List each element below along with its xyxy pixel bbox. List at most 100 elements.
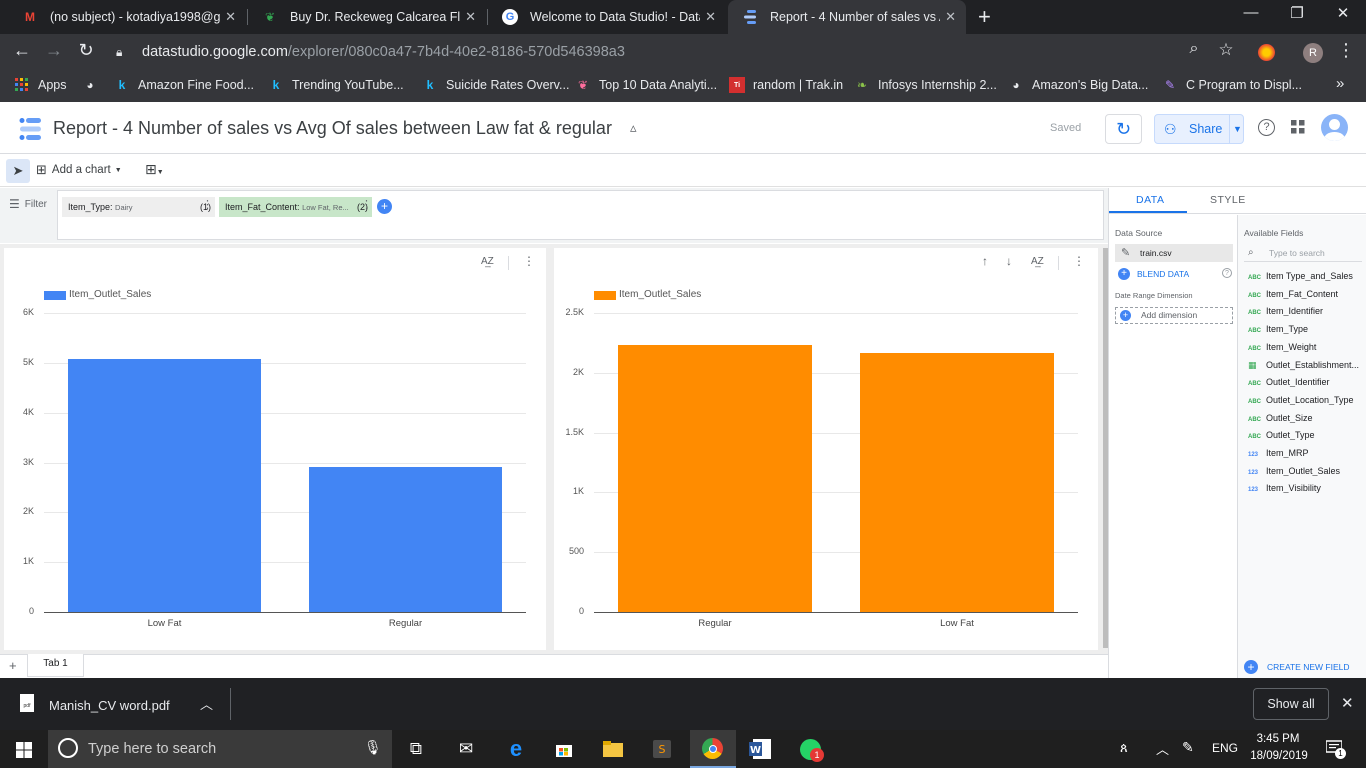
add-page-icon[interactable]: + bbox=[9, 658, 17, 673]
whatsapp-icon[interactable]: 1 bbox=[797, 736, 824, 762]
taskbar-search-box[interactable]: Type here to search 🎙︎ bbox=[48, 730, 392, 768]
browser-tab[interactable]: G Welcome to Data Studio! - Data S ✕ bbox=[488, 0, 726, 34]
browser-tab[interactable]: M (no subject) - kotadiya1998@gm ✕ bbox=[8, 0, 246, 34]
bookmark-item[interactable]: Ti random | Trak.in bbox=[729, 77, 843, 93]
notification-icon[interactable]: 1 bbox=[1325, 740, 1346, 761]
bookmark-item[interactable]: ◕ Amazon's Big Data... bbox=[1008, 77, 1148, 93]
profile-avatar[interactable]: R bbox=[1303, 43, 1323, 63]
available-field[interactable]: ABC Item_Weight bbox=[1248, 342, 1363, 352]
field-search-input[interactable]: ⌕ Type to search bbox=[1244, 244, 1362, 262]
tab-data[interactable]: DATA bbox=[1136, 194, 1164, 206]
zoom-icon[interactable]: ⌕ bbox=[1182, 40, 1206, 58]
help-icon[interactable]: ? bbox=[1222, 268, 1232, 278]
task-view-icon[interactable]: ⧉ bbox=[403, 736, 429, 762]
available-field[interactable]: 123 Item_Outlet_Sales bbox=[1248, 466, 1363, 476]
add-component-button[interactable]: ⊞▼ bbox=[145, 161, 164, 178]
chart-card[interactable]: A͢Z ⋮ Item_Outlet_Sales 0 1K 2K 3K 4K 5K 6K Low… bbox=[4, 248, 546, 650]
minimize-icon[interactable]: — bbox=[1228, 4, 1274, 21]
maximize-icon[interactable]: ❐ bbox=[1274, 4, 1320, 22]
bookmark-item[interactable]: k Trending YouTube... bbox=[268, 77, 404, 93]
bar[interactable] bbox=[309, 467, 502, 612]
available-field[interactable]: ▦ Outlet_Establishment... bbox=[1248, 360, 1363, 371]
close-tab-icon[interactable]: ✕ bbox=[945, 9, 956, 25]
clock-date[interactable]: 18/09/2019 bbox=[1246, 750, 1312, 762]
add-filter-icon[interactable]: + bbox=[377, 199, 392, 214]
close-download-icon[interactable]: ✕ bbox=[1341, 694, 1354, 712]
bookmark-item[interactable]: ❧ Infosys Internship 2... bbox=[854, 77, 997, 93]
bookmark-star-icon[interactable]: ☆ bbox=[1214, 40, 1238, 60]
create-new-field-link[interactable]: CREATE NEW FIELD bbox=[1267, 662, 1350, 672]
bookmark-globe[interactable]: ◕ bbox=[82, 77, 106, 93]
sublime-icon[interactable]: S bbox=[649, 736, 675, 762]
filter-chip-fat-content[interactable]: Item_Fat_Content: Low Fat, Re... (2) bbox=[219, 197, 372, 217]
chip-menu-icon[interactable]: ⋮ bbox=[361, 198, 372, 211]
reload-icon[interactable]: ↻ bbox=[74, 40, 98, 61]
language-indicator[interactable]: ENG bbox=[1212, 741, 1238, 755]
add-dimension-button[interactable]: + Add dimension bbox=[1115, 307, 1233, 324]
windows-start-icon[interactable] bbox=[16, 742, 32, 763]
bar[interactable] bbox=[860, 353, 1054, 612]
available-field[interactable]: ABC Item Type_and_Sales bbox=[1248, 271, 1363, 281]
select-pointer-icon[interactable]: ➤ bbox=[6, 159, 30, 183]
bookmark-item[interactable]: ❦ Top 10 Data Analyti... bbox=[575, 77, 717, 93]
share-dropdown-icon[interactable]: ▼ bbox=[1233, 115, 1242, 143]
store-icon[interactable] bbox=[551, 736, 577, 762]
filter-chip-item-type[interactable]: Item_Type: Dairy (1) bbox=[62, 197, 215, 217]
file-explorer-icon[interactable] bbox=[600, 736, 626, 762]
bar[interactable] bbox=[618, 345, 812, 612]
pen-icon[interactable]: ✎ bbox=[1182, 739, 1194, 756]
new-tab-icon[interactable]: + bbox=[978, 4, 991, 30]
edge-icon[interactable]: e bbox=[503, 736, 529, 762]
data-source-chip[interactable]: ✎ train.csv bbox=[1115, 244, 1233, 262]
add-chart-button[interactable]: ⊞ Add a chart ▼ bbox=[36, 162, 122, 178]
blend-data-link[interactable]: BLEND DATA bbox=[1137, 269, 1189, 279]
more-bookmarks-icon[interactable]: » bbox=[1336, 75, 1344, 92]
bookmark-item[interactable]: ✎ C Program to Displ... bbox=[1162, 77, 1302, 93]
available-field[interactable]: 123 Item_Visibility bbox=[1248, 483, 1363, 493]
close-tab-icon[interactable]: ✕ bbox=[465, 9, 476, 25]
available-field[interactable]: ABC Item_Fat_Content bbox=[1248, 289, 1363, 299]
bar[interactable] bbox=[68, 358, 261, 612]
chart-card[interactable]: ↑ ↓ A͢Z ⋮ Item_Outlet_Sales 0 500 1K 1.5K 2K… bbox=[554, 248, 1098, 650]
people-icon[interactable]: ጰ bbox=[1120, 740, 1128, 756]
tab-style[interactable]: STYLE bbox=[1210, 194, 1246, 206]
blend-add-icon[interactable]: + bbox=[1118, 268, 1130, 280]
available-field[interactable]: ABC Outlet_Type bbox=[1248, 430, 1363, 440]
report-title[interactable]: Report - 4 Number of sales vs Avg Of sal… bbox=[53, 118, 612, 139]
apps-icon[interactable] bbox=[1291, 120, 1305, 139]
extension-icon[interactable] bbox=[1258, 44, 1275, 61]
page-tab[interactable]: Tab 1 bbox=[27, 654, 84, 677]
edit-pencil-icon[interactable]: ✎ bbox=[1121, 244, 1130, 262]
address-bar[interactable]: 🔒︎ datastudio.google.com/explorer/080c0a… bbox=[110, 38, 1258, 66]
create-field-add-icon[interactable]: + bbox=[1244, 660, 1258, 674]
chevron-up-icon[interactable]: ︿ bbox=[200, 694, 213, 713]
close-tab-icon[interactable]: ✕ bbox=[705, 9, 716, 25]
chevron-up-icon[interactable]: ︿ bbox=[1156, 739, 1169, 758]
help-icon[interactable]: ? bbox=[1258, 119, 1275, 136]
bookmark-item[interactable]: k Suicide Rates Overv... bbox=[422, 77, 570, 93]
close-window-icon[interactable]: ✕ bbox=[1320, 4, 1366, 22]
available-field[interactable]: ABC Outlet_Size bbox=[1248, 413, 1363, 423]
clock-time[interactable]: 3:45 PM bbox=[1252, 733, 1304, 745]
bookmark-apps[interactable]: Apps bbox=[14, 77, 67, 93]
available-field[interactable]: 123 Item_MRP bbox=[1248, 448, 1363, 458]
forward-icon[interactable]: → bbox=[42, 40, 66, 61]
user-avatar[interactable] bbox=[1321, 114, 1348, 141]
mail-icon[interactable]: ✉ bbox=[453, 736, 479, 762]
available-field[interactable]: ABC Item_Identifier bbox=[1248, 306, 1363, 316]
available-field[interactable]: ABC Item_Type bbox=[1248, 324, 1363, 334]
download-filename[interactable]: Manish_CV word.pdf bbox=[49, 698, 170, 713]
menu-dots-icon[interactable]: ⋮ bbox=[1334, 40, 1358, 61]
browser-tab-active[interactable]: Report - 4 Number of sales vs Av ✕ bbox=[728, 0, 966, 34]
chip-menu-icon[interactable]: ⋮ bbox=[202, 198, 213, 211]
browser-tab[interactable]: ❦ Buy Dr. Reckeweg Calcarea Fluori ✕ bbox=[248, 0, 486, 34]
datastudio-logo-icon[interactable] bbox=[18, 118, 44, 145]
close-tab-icon[interactable]: ✕ bbox=[225, 9, 236, 25]
chrome-taskbar-button[interactable] bbox=[690, 730, 736, 768]
show-all-button[interactable]: Show all bbox=[1253, 688, 1329, 720]
available-field[interactable]: ABC Outlet_Location_Type bbox=[1248, 395, 1363, 405]
share-button[interactable]: ⚇ Share ▼ bbox=[1154, 114, 1244, 144]
back-icon[interactable]: ← bbox=[10, 40, 34, 61]
available-field[interactable]: ABC Outlet_Identifier bbox=[1248, 377, 1363, 387]
bookmark-item[interactable]: k Amazon Fine Food... bbox=[114, 77, 254, 93]
